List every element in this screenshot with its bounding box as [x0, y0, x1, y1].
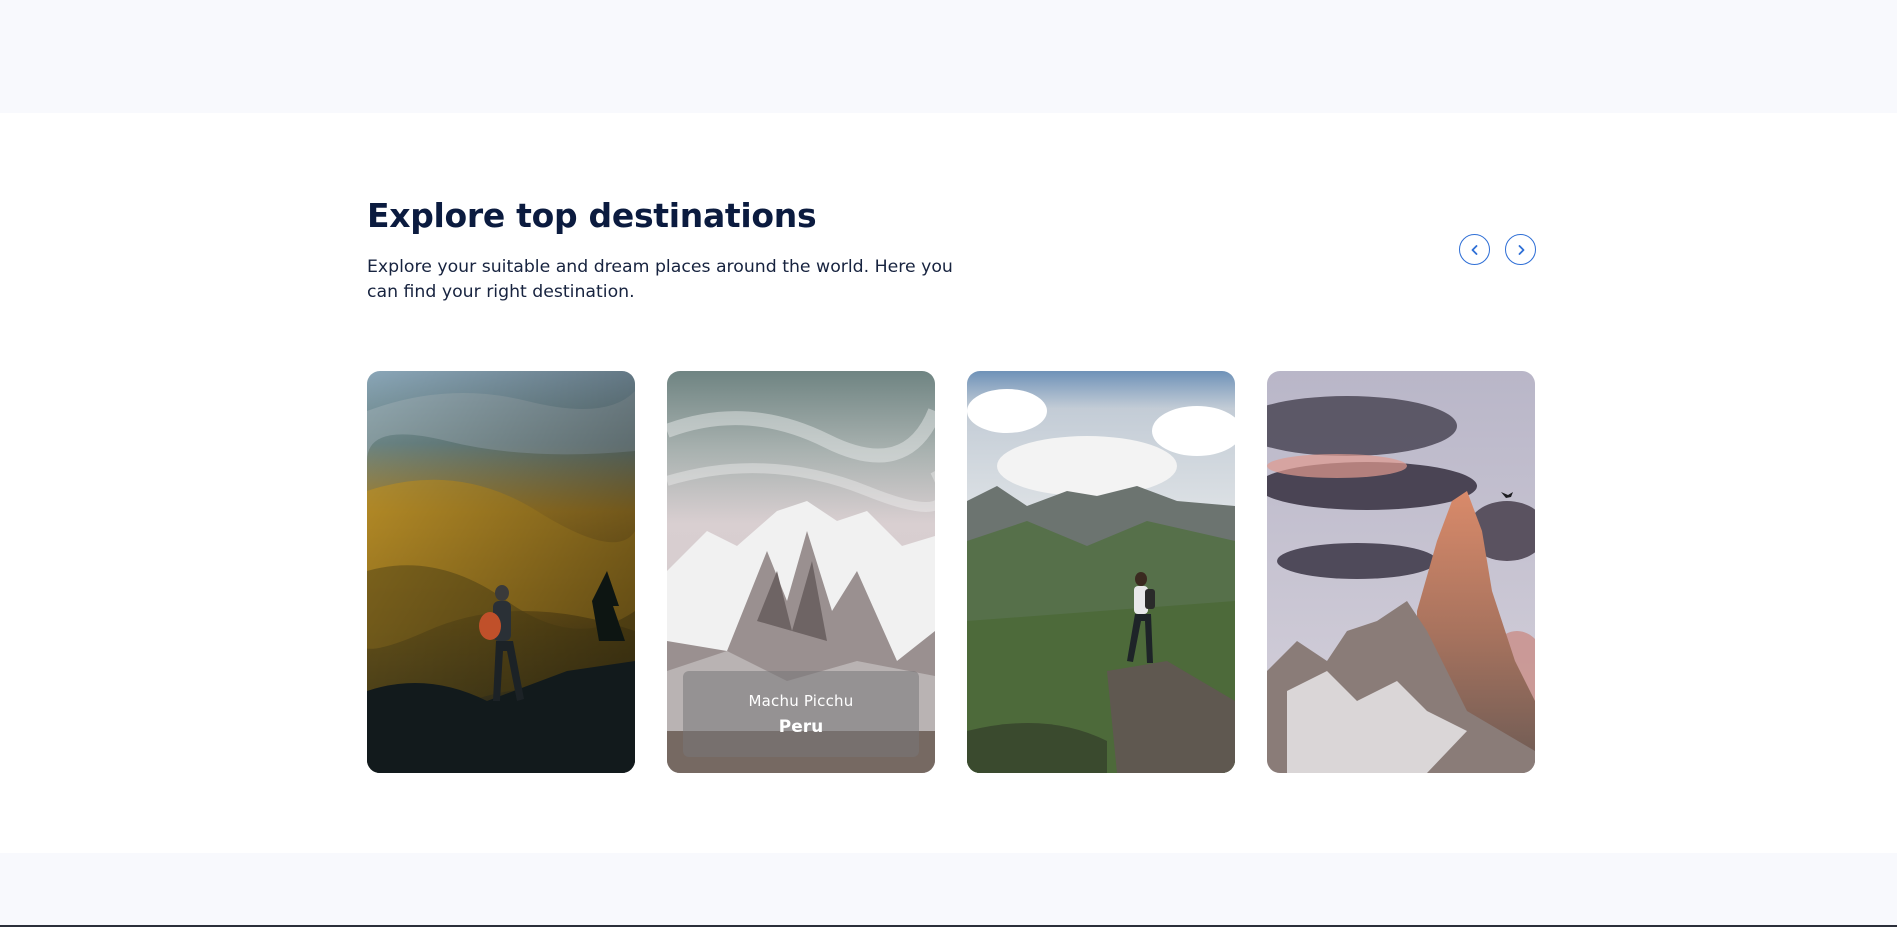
destination-caption: Machu Picchu Peru [683, 671, 919, 757]
destination-country: Peru [778, 716, 824, 737]
section-title: Explore top destinations [367, 196, 817, 235]
bottom-band [0, 853, 1897, 927]
destination-image [1267, 371, 1535, 773]
chevron-right-icon [1518, 244, 1524, 255]
destination-card[interactable] [1267, 371, 1535, 773]
carousel-nav [1459, 234, 1536, 265]
destination-card[interactable] [367, 371, 635, 773]
destination-card[interactable] [967, 371, 1235, 773]
destination-image [967, 371, 1235, 773]
next-button[interactable] [1505, 234, 1536, 265]
destinations-section: Explore top destinations Explore your su… [367, 190, 1536, 305]
destination-image [367, 371, 635, 773]
previous-button[interactable] [1459, 234, 1490, 265]
section-subtitle: Explore your suitable and dream places a… [367, 257, 953, 302]
destination-place: Machu Picchu [748, 691, 854, 710]
top-band [0, 0, 1897, 113]
destination-carousel: Machu Picchu Peru [367, 371, 1536, 773]
destination-card[interactable]: Machu Picchu Peru [667, 371, 935, 773]
chevron-left-icon [1471, 244, 1477, 255]
